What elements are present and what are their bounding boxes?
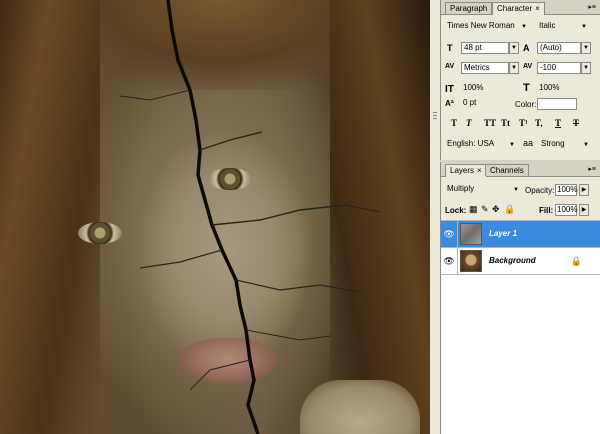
lock-image-icon[interactable]: ✎ — [481, 204, 489, 215]
kerning-icon: AV — [445, 63, 455, 70]
eye-icon[interactable]: 👁 — [441, 248, 458, 274]
eye-icon[interactable]: 👁 — [441, 221, 458, 247]
horizontal-scale-field[interactable]: 100% — [537, 83, 581, 95]
layers-panel-tabs: Layers × Channels ▸≡ — [441, 162, 600, 177]
chevron-down-icon[interactable]: ▼ — [509, 142, 515, 148]
kerning-field[interactable]: Metrics — [461, 62, 509, 74]
layer-row[interactable]: 👁 Background 🔒 — [441, 247, 600, 274]
horizontal-scale-icon: T — [523, 82, 530, 94]
lock-position-icon[interactable]: ✥ — [492, 204, 500, 215]
leading-icon: A — [523, 43, 530, 53]
anti-alias-select[interactable]: Strong — [539, 139, 579, 151]
chevron-right-icon[interactable]: ▶ — [579, 184, 589, 196]
layer-row[interactable]: 👁 Layer 1 — [441, 220, 600, 247]
fill-label: Fill: — [539, 206, 554, 215]
tab-character[interactable]: Character × — [492, 2, 545, 15]
layers-divider — [441, 274, 600, 275]
language-select[interactable]: English: USA — [445, 139, 505, 151]
chevron-down-icon[interactable]: ▼ — [509, 62, 519, 74]
tab-layers[interactable]: Layers × — [445, 164, 487, 177]
chevron-down-icon[interactable]: ▼ — [583, 142, 589, 148]
layer-name[interactable]: Layer 1 — [489, 221, 517, 247]
opacity-label: Opacity: — [525, 186, 555, 195]
crack-lines — [119, 0, 381, 434]
font-size-field[interactable]: 48 pt — [461, 42, 509, 54]
tab-channels[interactable]: Channels — [485, 164, 529, 176]
chevron-down-icon[interactable]: ▼ — [581, 62, 591, 74]
layers-panel: Layers × Channels ▸≡ Multiply ▼ Opacity: … — [440, 162, 600, 434]
chevron-down-icon[interactable]: ▼ — [509, 42, 519, 54]
opacity-field[interactable]: 100% — [555, 184, 577, 196]
fill-field[interactable]: 100% — [555, 204, 577, 216]
tracking-icon: AV — [523, 63, 533, 70]
faux-italic-button[interactable]: T — [466, 118, 472, 128]
strikethrough-button[interactable]: T — [573, 118, 579, 128]
image-canvas[interactable] — [0, 0, 430, 434]
lock-label: Lock: — [445, 206, 467, 215]
panel-divider[interactable] — [430, 0, 440, 434]
font-size-icon: T — [447, 43, 453, 53]
small-caps-button[interactable]: Tt — [501, 118, 510, 128]
layer-name[interactable]: Background — [489, 248, 536, 274]
anti-alias-icon: aa — [523, 138, 534, 148]
chevron-down-icon[interactable]: ▼ — [581, 24, 587, 30]
baseline-shift-field[interactable]: 0 pt — [461, 98, 507, 110]
tab-paragraph[interactable]: Paragraph — [445, 2, 493, 14]
layer-thumbnail — [460, 223, 482, 245]
superscript-button[interactable]: T¹ — [519, 118, 528, 128]
divider-grip — [433, 112, 437, 113]
vertical-scale-field[interactable]: 100% — [461, 83, 507, 95]
subscript-button[interactable]: T, — [535, 118, 543, 128]
faux-bold-button[interactable]: T — [451, 118, 457, 128]
font-style-select[interactable]: Italic — [537, 21, 587, 33]
chevron-down-icon[interactable]: ▼ — [513, 187, 519, 193]
blend-mode-select[interactable]: Multiply — [445, 184, 519, 196]
chevron-right-icon[interactable]: ▶ — [579, 204, 589, 216]
font-family-select[interactable]: Times New Roman — [445, 21, 527, 33]
underline-button[interactable]: T — [555, 118, 561, 128]
chevron-down-icon[interactable]: ▼ — [521, 24, 527, 30]
divider-grip — [433, 115, 437, 116]
vertical-scale-icon: IT — [445, 84, 454, 95]
lock-all-icon[interactable]: 🔒 — [504, 204, 515, 215]
panel-menu-icon[interactable]: ▸≡ — [588, 165, 596, 173]
baseline-shift-icon: Aª — [445, 99, 454, 108]
close-icon[interactable]: × — [477, 166, 482, 175]
divider-grip — [433, 118, 437, 119]
tracking-field[interactable]: -100 — [537, 62, 581, 74]
all-caps-button[interactable]: TT — [484, 118, 496, 128]
lock-icon: 🔒 — [570, 256, 582, 266]
layer-thumbnail — [460, 250, 482, 272]
leading-field[interactable]: (Auto) — [537, 42, 581, 54]
color-swatch[interactable] — [537, 98, 577, 110]
character-panel-tabs: Paragraph Character × ▸≡ — [441, 0, 600, 15]
panel-menu-icon[interactable]: ▸≡ — [588, 3, 596, 11]
color-label: Color: — [515, 100, 537, 109]
close-icon[interactable]: × — [535, 4, 540, 13]
chevron-down-icon[interactable]: ▼ — [581, 42, 591, 54]
lock-transparency-icon[interactable]: ▦ — [469, 204, 478, 215]
character-panel: Paragraph Character × ▸≡ Times New Roman … — [440, 0, 600, 160]
